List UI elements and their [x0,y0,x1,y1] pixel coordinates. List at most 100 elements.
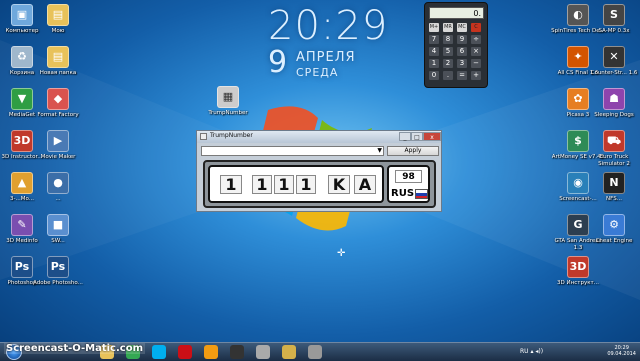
app-icon: ▤ [47,46,69,68]
system-tray[interactable]: RU ▴ ◂)) [520,348,543,355]
desktop-icon[interactable]: ✕ Counter-Str... 1.6 [586,46,640,77]
taskbar-folder-icon[interactable] [282,345,296,359]
calculator-key[interactable]: 4 [429,47,439,56]
desktop-icon[interactable]: ▤ Мою [30,4,86,35]
window-title: TrumpNumber [210,132,253,139]
desktop-icon[interactable]: ▶ Movie Maker [30,130,86,161]
plate-char[interactable]: 1 [252,175,272,194]
desktop-icon[interactable]: 3D 3D Инструкт... [550,256,606,287]
desktop-icon[interactable]: ⛟ Euro Truck Simulator 2 [586,130,640,167]
calculator-key[interactable]: − [471,59,481,68]
app-icon: ◆ [47,88,69,110]
trumpnumber-icon: ▦ [217,86,239,108]
app-icon: ▶ [47,130,69,152]
plate-type-combobox[interactable]: ▼ [201,146,384,156]
desktop-icon[interactable]: N NFS... [586,172,640,203]
mouse-cursor-icon: ✛ [337,248,346,259]
app-icon: ● [47,172,69,194]
plate-char[interactable]: 1 [274,175,294,194]
calculator-key[interactable]: 7 [429,35,439,44]
app-icon: 3D [567,256,589,278]
clock-day: 9 [268,45,288,80]
calculator-key[interactable]: 8 [443,35,453,44]
desktop-icon[interactable]: ◆ Format Factory [30,88,86,119]
desktop-icon[interactable]: ●... [30,172,86,203]
calculator-key[interactable]: . [443,71,453,80]
desktop-icon-label: TrumpNumber [208,110,248,116]
plate-region-code[interactable]: 98 [395,170,422,183]
close-button[interactable]: x [423,132,441,141]
desktop-icon-label: Euro Truck Simulator 2 [598,154,630,167]
desktop-icon[interactable]: ■ SW... [30,214,86,245]
app-icon: ⚙ [603,214,625,236]
desktop-icon-label: SW... [51,238,65,244]
russia-flag-icon [415,189,428,199]
desktop-icon-label: Sleeping Dogs [594,112,634,118]
desktop-icon-trumpnumber[interactable]: ▦ TrumpNumber [200,86,256,117]
calculator-gadget: 0. M+ MR MC C 7 8 9 ÷ 4 5 6 × 1 2 3− 0. = + [424,2,488,88]
plate-char[interactable]: 1 [296,175,316,194]
desktop-icon-label: Format Factory [37,112,79,118]
tray-date: 09.04.2014 [607,351,636,357]
app-icon: ▤ [47,4,69,26]
minimize-button[interactable]: _ [399,132,411,141]
calculator-key[interactable]: 6 [457,47,467,56]
calculator-key[interactable]: ÷ [471,35,481,44]
calculator-key[interactable]: × [471,47,481,56]
calculator-key[interactable]: 3 [457,59,467,68]
desktop-icon-label: ... [55,196,61,202]
desktop-icon-label: NFS... [606,196,622,202]
calculator-key[interactable]: 1 [429,59,439,68]
clock-weekday: СРЕДА [296,66,339,79]
app-icon: N [603,172,625,194]
clock-gadget[interactable]: 20:29 9 АПРЕЛЯ СРЕДА [268,3,389,79]
calculator-key[interactable]: 5 [443,47,453,56]
calculator-key[interactable]: 0 [429,71,439,80]
desktop-icon-label: 3D Инструкт... [557,280,599,286]
calculator-memory-key[interactable]: M+ [429,23,439,32]
screencast-watermark: Screencast-O-Matic.com [4,343,145,354]
taskbar-trumpnumber-icon[interactable] [308,345,322,359]
desktop-icon[interactable]: Ps Adobe Photosho... [30,256,86,287]
desktop-icon-label: Cheat Engine [595,238,633,244]
calculator-memory-key[interactable]: C [471,23,481,32]
taskbar-paint-icon[interactable] [256,345,270,359]
plate-char[interactable]: A [354,175,376,194]
plate-char[interactable]: 1 [220,175,242,194]
calculator-memory-key[interactable]: MC [457,23,467,32]
calculator-key[interactable]: 9 [457,35,467,44]
tray-clock[interactable]: 20:29 09.04.2014 [607,345,636,357]
calculator-key[interactable]: 2 [443,59,453,68]
desktop-icon-label: SA-MP 0.3x [598,28,630,34]
license-plate: 1 1 1 1 K A 98 RUS [203,160,436,208]
desktop-icon-label: Мою [51,28,65,34]
plate-char[interactable]: K [328,175,350,194]
calculator-key[interactable]: = [457,71,467,80]
clock-time: 20:29 [268,3,389,49]
desktop-icon-label: Adobe Photosho... [33,280,83,286]
window-titlebar[interactable]: TrumpNumber _ □ x [197,131,441,143]
taskbar-screencast-icon[interactable] [230,345,244,359]
app-icon: ☗ [603,88,625,110]
taskbar-opera-icon[interactable] [178,345,192,359]
desktop-icon-label: Movie Maker [40,154,76,160]
plate-country-code: RUS [391,188,415,199]
desktop-icon[interactable]: ▤ Новая папка [30,46,86,77]
plate-main-section: 1 1 1 1 K A [208,165,384,203]
taskbar-skype-icon[interactable] [152,345,166,359]
trumpnumber-window: TrumpNumber _ □ x ▼ Apply 1 1 1 1 K A 98… [196,130,442,212]
desktop-icon[interactable]: S SA-MP 0.3x [586,4,640,35]
app-icon: ⛟ [603,130,625,152]
maximize-button[interactable]: □ [411,132,423,141]
desktop-icon[interactable]: ☗ Sleeping Dogs [586,88,640,119]
taskbar-media-icon[interactable] [204,345,218,359]
apply-button[interactable]: Apply [387,146,439,156]
desktop-icon-label: Новая папка [39,70,77,76]
app-icon: ■ [47,214,69,236]
plate-region-section: 98 RUS [387,165,430,203]
calculator-memory-key[interactable]: MR [443,23,453,32]
calculator-key[interactable]: + [471,71,481,80]
desktop-icon[interactable]: ⚙ Cheat Engine [586,214,640,245]
app-icon: S [603,4,625,26]
chevron-down-icon[interactable]: ▼ [377,147,382,155]
